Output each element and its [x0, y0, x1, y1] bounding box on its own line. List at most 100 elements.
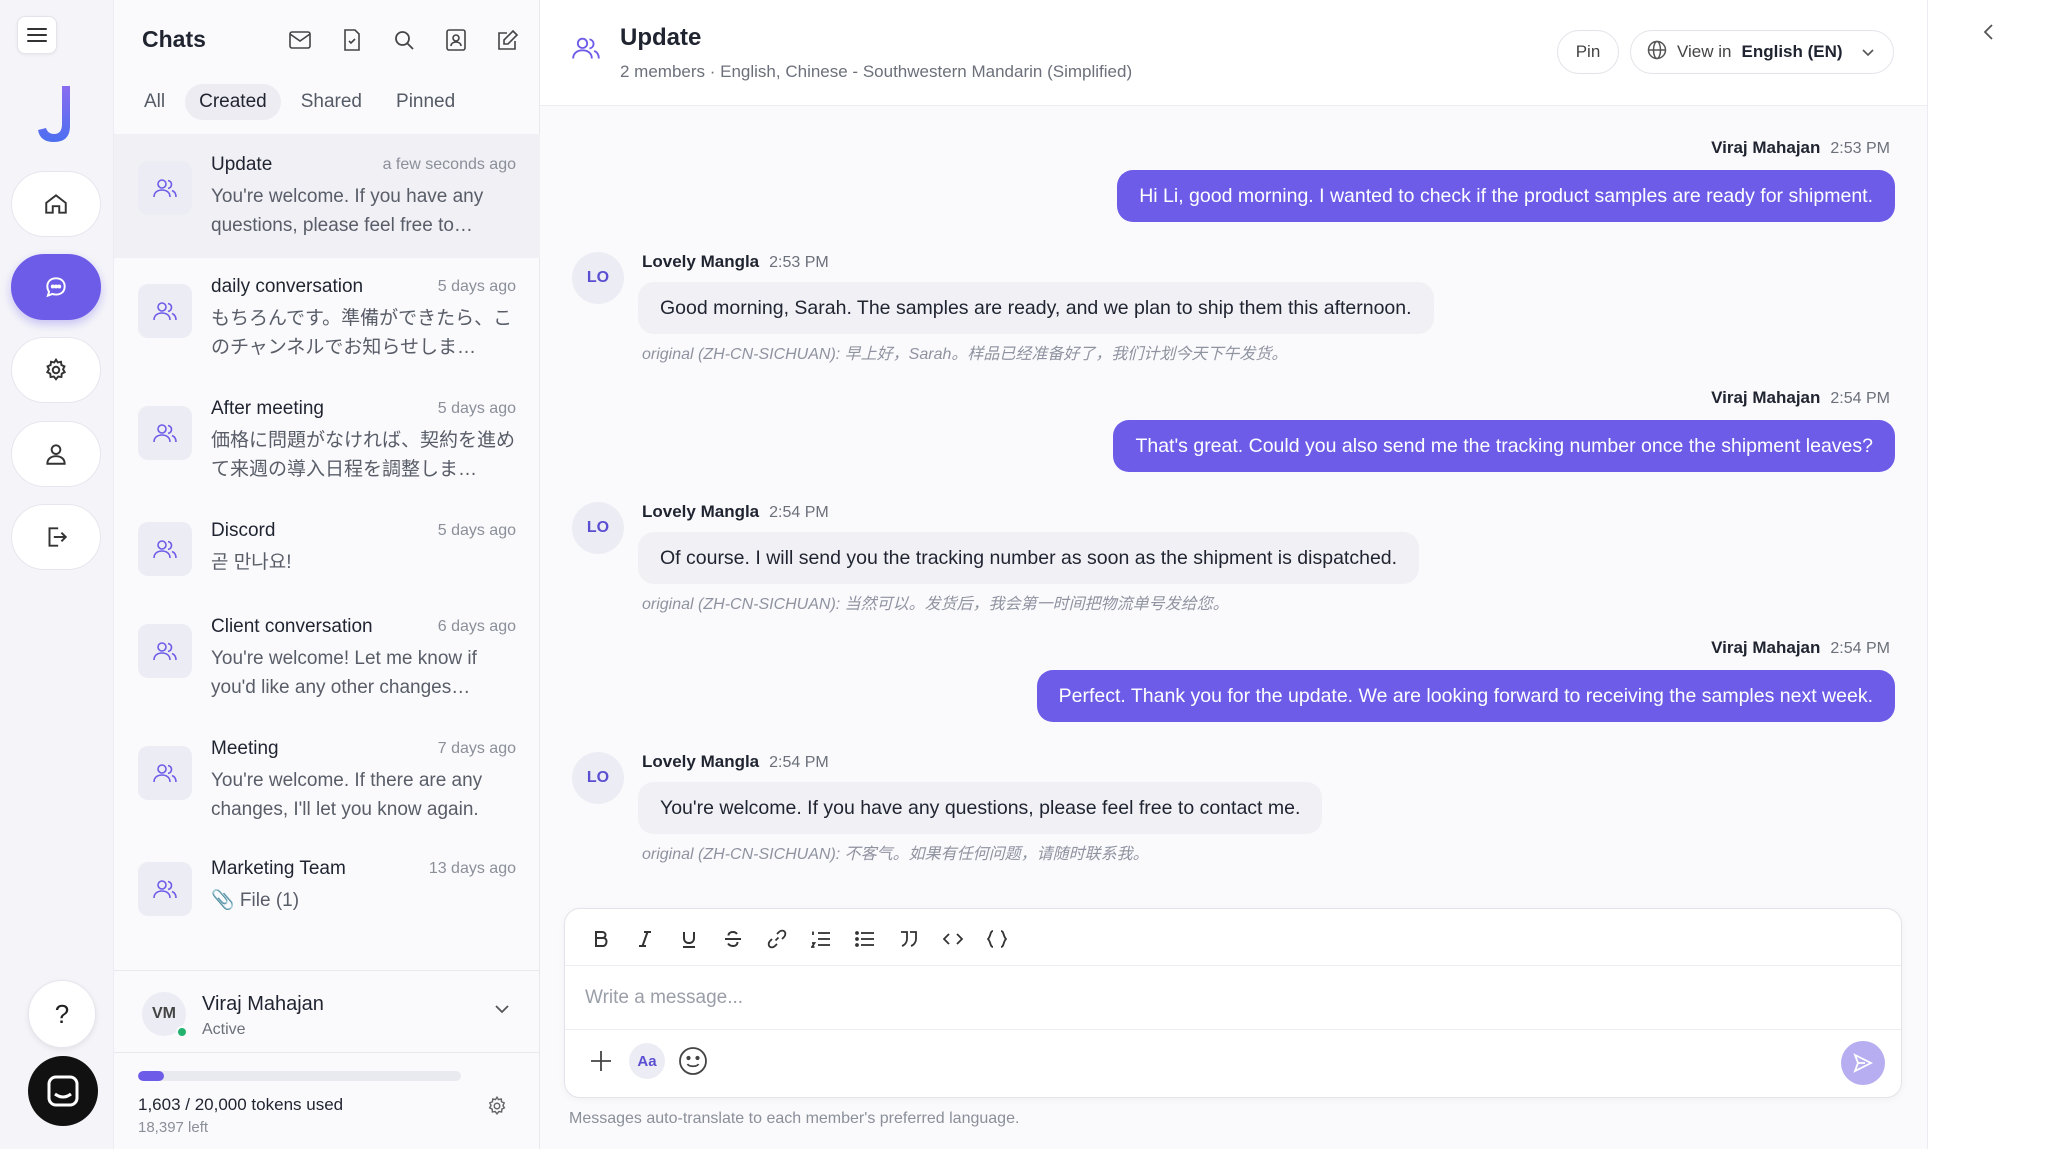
filter-tabs: All Created Shared Pinned — [130, 84, 469, 120]
conversation-header: Update 2 members · English, Chinese - So… — [540, 0, 1927, 106]
strikethrough-icon[interactable] — [711, 921, 755, 957]
user-profile[interactable]: VM Viraj Mahajan Active — [114, 970, 540, 1050]
send-button[interactable] — [1841, 1041, 1885, 1085]
message-input[interactable]: Write a message... — [585, 987, 1865, 1009]
token-usage: 1,603 / 20,000 tokens used 18,397 left — [114, 1052, 540, 1149]
tab-shared[interactable]: Shared — [287, 84, 376, 120]
quote-icon[interactable] — [887, 921, 931, 957]
view-language-select[interactable]: View in English (EN) — [1630, 30, 1894, 74]
message-meta: Viraj Mahajan 2:54 PM — [1711, 388, 1890, 408]
message-time: 2:53 PM — [1830, 140, 1890, 157]
status-dot — [176, 1026, 188, 1038]
translation-hint: Messages auto-translate to each member's… — [569, 1110, 1020, 1127]
italic-icon[interactable] — [623, 921, 667, 957]
chat-list-item[interactable]: Meeting 7 days ago You're welcome. If th… — [114, 720, 540, 842]
message-bubble-outgoing: Perfect. Thank you for the update. We ar… — [1036, 670, 1895, 722]
chat-preview: You're welcome. If you have any question… — [211, 186, 484, 236]
chat-name: Marketing Team — [211, 858, 346, 879]
compose-icon[interactable] — [482, 24, 534, 56]
chat-list-item[interactable]: Discord 5 days ago 곧 만나요! — [114, 502, 540, 598]
chevron-down-icon — [1861, 42, 1875, 62]
chat-preview: もちろんです。準備ができたら、このチャンネルでお知らせしま… — [211, 308, 513, 358]
composer-actions: Aa — [583, 1043, 711, 1079]
message-time: 2:54 PM — [769, 504, 829, 521]
tab-all[interactable]: All — [130, 84, 179, 120]
search-icon[interactable] — [378, 24, 430, 56]
group-icon — [138, 406, 192, 460]
user-status: Active — [202, 1021, 246, 1038]
view-language-value: English (EN) — [1741, 42, 1843, 61]
message-time: 2:53 PM — [769, 254, 829, 271]
tokens-used: 1,603 / 20,000 tokens used — [138, 1095, 344, 1114]
chat-list-item[interactable]: After meeting 5 days ago 価格に問題がなければ、契約を進… — [114, 380, 540, 502]
chat-list-item[interactable]: Client conversation 6 days ago You're we… — [114, 598, 540, 720]
right-panel-collapsed — [1927, 0, 2048, 1149]
chat-preview: 📎 File (1) — [211, 890, 300, 911]
chat-time: 5 days ago — [437, 278, 516, 295]
ordered-list-icon[interactable] — [799, 921, 843, 957]
bullet-list-icon[interactable] — [843, 921, 887, 957]
bold-icon[interactable] — [579, 921, 623, 957]
user-icon[interactable] — [11, 421, 101, 487]
divider — [565, 965, 1901, 966]
avatar: LO — [572, 502, 624, 554]
chat-time: 6 days ago — [437, 618, 516, 635]
message-composer: Write a message... Aa — [564, 908, 1902, 1098]
message-meta: Viraj Mahajan 2:54 PM — [1711, 638, 1890, 658]
conversation-subtitle: 2 members · English, Chinese - Southwest… — [620, 62, 1133, 81]
chat-list-item[interactable]: Marketing Team 13 days ago 📎 File (1) — [114, 842, 540, 938]
home-icon[interactable] — [11, 171, 101, 237]
help-button[interactable]: ? — [28, 980, 96, 1048]
group-icon — [138, 522, 192, 576]
group-icon — [138, 161, 192, 215]
chat-icon[interactable] — [11, 254, 101, 320]
message-bubble-incoming: Good morning, Sarah. The samples are rea… — [638, 282, 1434, 334]
plus-icon[interactable] — [583, 1043, 619, 1079]
original-text: original (ZH-CN-SICHUAN): 早上好，Sarah。样品已经… — [642, 346, 1288, 363]
text-format-button[interactable]: Aa — [629, 1043, 665, 1079]
chats-title: Chats — [142, 26, 206, 52]
code-icon[interactable] — [931, 921, 975, 957]
hamburger-icon[interactable] — [17, 16, 57, 54]
message-list: Viraj Mahajan 2:53 PM Hi Li, good morning… — [540, 106, 1927, 882]
underline-icon[interactable] — [667, 921, 711, 957]
link-icon[interactable] — [755, 921, 799, 957]
chats-panel: Chats All Created Shared Pinned Update a… — [114, 0, 540, 1149]
chat-preview: You're welcome. If there are any changes… — [211, 770, 483, 820]
message-bubble-incoming: You're welcome. If you have any question… — [638, 782, 1323, 834]
conversation-title: Update — [620, 24, 702, 51]
message-author: Viraj Mahajan — [1711, 138, 1821, 157]
tab-created[interactable]: Created — [185, 84, 281, 120]
chat-name: After meeting — [211, 398, 324, 419]
contacts-icon[interactable] — [430, 24, 482, 56]
chat-list-item[interactable]: Update a few seconds ago You're welcome.… — [114, 134, 540, 258]
original-text: original (ZH-CN-SICHUAN): 当然可以。发货后，我会第一时… — [642, 596, 1229, 613]
group-icon — [138, 284, 192, 338]
emoji-icon[interactable] — [675, 1043, 711, 1079]
message-meta: Lovely Mangla 2:54 PM — [642, 502, 829, 522]
message-bubble-outgoing: Hi Li, good morning. I wanted to check i… — [1117, 170, 1895, 222]
logout-icon[interactable] — [11, 504, 101, 570]
message-bubble-incoming: Of course. I will send you the tracking … — [638, 532, 1420, 584]
message-meta: Viraj Mahajan 2:53 PM — [1711, 138, 1890, 158]
group-icon — [138, 862, 192, 916]
document-icon[interactable] — [326, 24, 378, 56]
tokens-left: 18,397 left — [138, 1119, 209, 1136]
pin-button[interactable]: Pin — [1557, 30, 1619, 74]
tab-pinned[interactable]: Pinned — [382, 84, 469, 120]
message-meta: Lovely Mangla 2:54 PM — [642, 752, 829, 772]
message-time: 2:54 PM — [769, 754, 829, 771]
message-author: Lovely Mangla — [642, 502, 760, 521]
gear-icon[interactable] — [486, 1095, 508, 1122]
chat-name: Discord — [211, 520, 276, 541]
settings-icon[interactable] — [11, 337, 101, 403]
group-icon — [138, 746, 192, 800]
mail-icon[interactable] — [274, 24, 326, 56]
nav-rail: ? — [0, 0, 114, 1149]
code-block-icon[interactable] — [975, 921, 1019, 957]
chevron-left-icon[interactable] — [1982, 22, 1994, 47]
group-icon — [138, 624, 192, 678]
chevron-down-icon[interactable] — [494, 1001, 510, 1019]
chat-list-item[interactable]: daily conversation 5 days ago もちろんです。準備が… — [114, 258, 540, 380]
support-chat-icon[interactable] — [28, 1056, 98, 1126]
